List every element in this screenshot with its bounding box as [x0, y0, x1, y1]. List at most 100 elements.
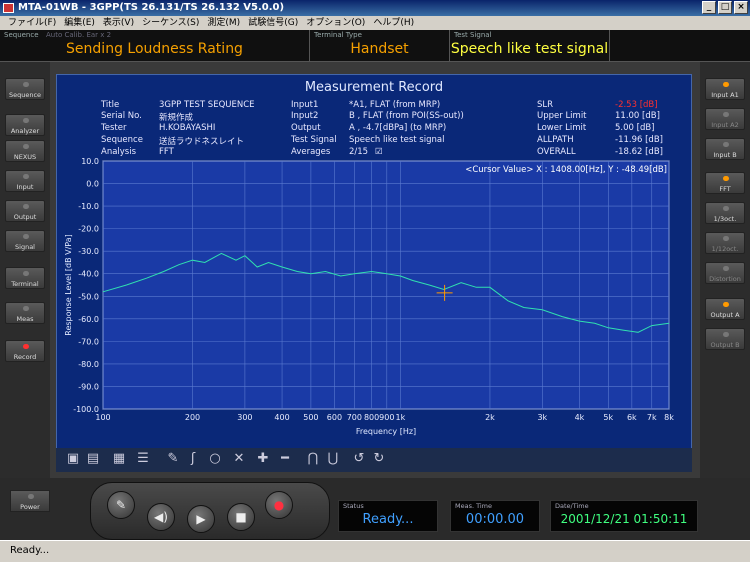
speaker-icon[interactable]: ◀): [147, 503, 175, 531]
plot-area[interactable]: [102, 160, 670, 410]
x-tick-label: 100: [95, 413, 110, 422]
rotate-left-icon[interactable]: ↺: [352, 452, 366, 466]
y-tick-label: -70.0: [78, 337, 99, 346]
date-time-value: 2001/12/21 01:50:11: [560, 512, 688, 526]
led-icon: [723, 206, 729, 211]
x-axis-label: Frequency [Hz]: [356, 427, 416, 436]
chart-icon[interactable]: ▦: [112, 452, 126, 466]
power-label: Power: [20, 503, 40, 511]
led-icon: [23, 306, 29, 311]
y-tick-label: -90.0: [78, 382, 99, 391]
menu-edit[interactable]: 編集(E): [60, 16, 99, 30]
third-oct-button[interactable]: 1/3oct.: [705, 202, 745, 224]
output-a-button[interactable]: Output A: [705, 298, 745, 320]
x-tick-label: 200: [185, 413, 200, 422]
menu-help[interactable]: ヘルプ(H): [369, 16, 418, 30]
output-button[interactable]: Output: [5, 200, 45, 222]
x-tick-label: 400: [274, 413, 289, 422]
record-button[interactable]: Record: [5, 340, 45, 362]
menu-options[interactable]: オプション(O): [302, 16, 369, 30]
window-title: MTA-01WB - 3GPP(TS 26.131/TS 26.132 V5.0…: [18, 2, 285, 13]
x-tick-label: 700: [347, 413, 362, 422]
play-icon[interactable]: ▶: [187, 505, 215, 533]
button-label: Output A: [710, 311, 740, 319]
button-label: Input A2: [711, 121, 739, 129]
app-icon: [3, 3, 14, 13]
cross-icon[interactable]: ✕: [232, 452, 246, 466]
pen-icon[interactable]: ✎: [166, 452, 180, 466]
distortion-button[interactable]: Distortion: [705, 262, 745, 284]
input-a2-button[interactable]: Input A2: [705, 108, 745, 130]
right-panel: Input A1 Input A2 Input B FFT 1/3oct. 1/…: [700, 62, 750, 478]
status-bar-text: Ready...: [10, 545, 50, 556]
sequence-section[interactable]: Sequence Auto Calib. Ear x 2 Sending Lou…: [0, 30, 310, 62]
terminal-button[interactable]: Terminal: [5, 267, 45, 289]
mic-icon[interactable]: ✎: [107, 491, 135, 519]
signal-button[interactable]: Signal: [5, 230, 45, 252]
input-b-button[interactable]: Input B: [705, 138, 745, 160]
status-value: Ready...: [362, 512, 414, 527]
x-tick-label: 2k: [485, 413, 495, 422]
eraser-icon[interactable]: ʃ: [186, 452, 200, 466]
fft-button[interactable]: FFT: [705, 172, 745, 194]
plus-icon[interactable]: ✚: [256, 452, 270, 466]
terminal-section[interactable]: Terminal Type Handset: [310, 30, 450, 62]
led-icon: [723, 112, 729, 117]
button-label: NEXUS: [13, 153, 37, 161]
stop-icon[interactable]: ■: [227, 503, 255, 531]
save-icon[interactable]: ▣: [66, 452, 80, 466]
print-icon[interactable]: ▤: [86, 452, 100, 466]
x-tick-label: 600: [327, 413, 342, 422]
led-icon: [723, 142, 729, 147]
sequence-value: Sending Loudness Rating: [66, 41, 243, 57]
zoom-in-icon[interactable]: ⋂: [306, 452, 320, 466]
measurement-panel: Measurement Record Title 3GPP TEST SEQUE…: [56, 74, 692, 472]
header-strip: Sequence Auto Calib. Ear x 2 Sending Lou…: [0, 30, 750, 62]
twelfth-oct-button[interactable]: 1/12oct.: [705, 232, 745, 254]
input-a1-button[interactable]: Input A1: [705, 78, 745, 100]
signal-section[interactable]: Test Signal Speech like test signal: [450, 30, 610, 62]
menu-measure[interactable]: 測定(M): [203, 16, 244, 30]
transport-controls: ✎ ◀) ▶ ■ ●: [90, 482, 330, 540]
button-label: Output B: [710, 341, 740, 349]
cursor-value: <Cursor Value> X : 1408.00[Hz], Y : -48.…: [465, 165, 667, 175]
led-icon: [723, 236, 729, 241]
frequency-response-chart[interactable]: 100 200 300 400 500 600 700 800 900 1k 2k 3k 4k 5k 6k 7…: [57, 75, 693, 447]
y-tick-label: -30.0: [78, 247, 99, 256]
record-icon[interactable]: ●: [265, 491, 293, 519]
minus-icon[interactable]: ━: [278, 452, 292, 466]
x-tick-label: 4k: [575, 413, 585, 422]
button-label: Meas: [16, 315, 34, 323]
menu-file[interactable]: ファイル(F): [4, 16, 60, 30]
y-tick-label: -60.0: [78, 315, 99, 324]
minimize-button[interactable]: _: [702, 1, 716, 14]
circle-icon[interactable]: ○: [208, 452, 222, 466]
output-b-button[interactable]: Output B: [705, 328, 745, 350]
button-label: Record: [13, 353, 37, 361]
sequence-button[interactable]: Sequence: [5, 78, 45, 100]
button-label: Output: [13, 213, 37, 221]
led-icon: [23, 144, 29, 149]
graph-toolbar: ▣ ▤ ▦ ☰ ✎ ʃ ○ ✕ ✚ ━ ⋂ ⋃ ↺ ↻: [56, 448, 692, 472]
x-tick-label: 7k: [647, 413, 657, 422]
menu-test-signal[interactable]: 試験信号(G): [244, 16, 302, 30]
menu-sequence[interactable]: シーケンス(S): [138, 16, 203, 30]
list-icon[interactable]: ☰: [136, 452, 150, 466]
input-button[interactable]: Input: [5, 170, 45, 192]
signal-value: Speech like test signal: [450, 41, 609, 57]
menu-view[interactable]: 表示(V): [99, 16, 138, 30]
maximize-button[interactable]: □: [718, 1, 732, 14]
power-button[interactable]: Power: [10, 490, 50, 512]
nexus-button[interactable]: NEXUS: [5, 140, 45, 162]
led-icon: [23, 204, 29, 209]
zoom-out-icon[interactable]: ⋃: [326, 452, 340, 466]
led-icon: [28, 494, 34, 499]
rotate-right-icon[interactable]: ↻: [372, 452, 386, 466]
meas-button[interactable]: Meas: [5, 302, 45, 324]
control-bar: Power ✎ ◀) ▶ ■ ● Status Ready... Meas. T…: [0, 478, 750, 540]
analyzer-button[interactable]: Analyzer: [5, 114, 45, 136]
led-icon: [723, 176, 729, 181]
menu-bar: ファイル(F) 編集(E) 表示(V) シーケンス(S) 測定(M) 試験信号(…: [0, 16, 750, 30]
close-button[interactable]: ×: [734, 1, 748, 14]
led-icon: [723, 266, 729, 271]
